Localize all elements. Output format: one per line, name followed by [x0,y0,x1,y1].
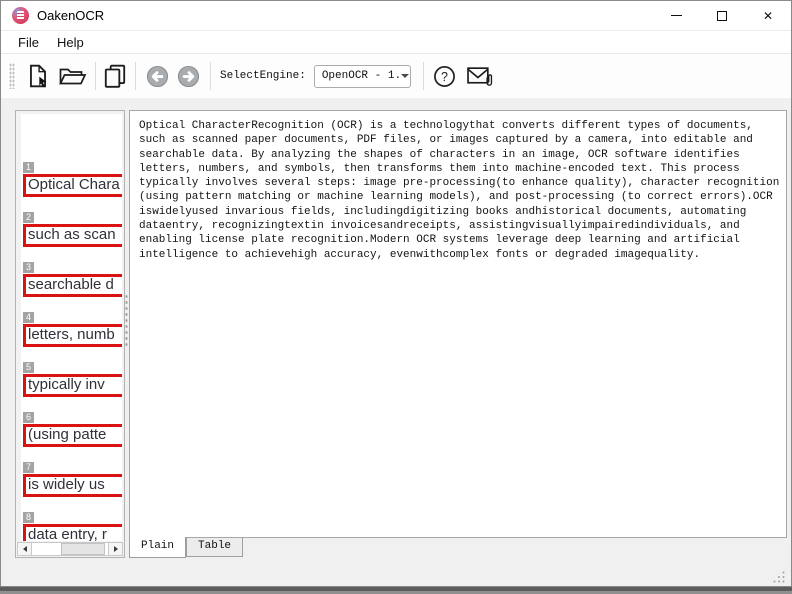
line-number-badge: 3 [23,262,35,273]
window-controls: ✕ [653,1,791,30]
ocr-text-panel: Optical CharacterRecognition (OCR) is a … [129,110,787,538]
toolbar: SelectEngine: OpenOCR - 1. ? [1,54,791,99]
preview-line: 2 such as scan [23,206,122,247]
line-number-badge: 1 [23,162,35,173]
preview-line: 5 typically inv [23,356,122,397]
text-line-bounding-box[interactable]: typically inv [23,374,122,397]
maximize-button[interactable] [699,1,745,30]
text-line-bounding-box[interactable]: is widely us [23,474,122,497]
resize-grip-icon [773,571,785,583]
forward-button[interactable] [177,65,200,88]
preview-line: 7 is widely us [23,456,122,497]
toolbar-separator [135,62,136,90]
send-feedback-button[interactable] [466,64,494,89]
back-button[interactable] [146,65,169,88]
send-mail-icon [467,66,492,86]
menubar: File Help [1,31,791,54]
preview-line: 1 Optical Chara [23,156,122,197]
engine-dropdown[interactable]: OpenOCR - 1. [313,64,411,88]
select-engine-label: SelectEngine: [220,70,306,82]
minimize-button[interactable] [653,1,699,30]
resize-grip[interactable] [771,570,786,584]
preview-line: 6 (using patte [23,406,122,447]
scrollbar-track[interactable] [32,542,108,556]
scroll-left-icon [22,546,27,552]
app-icon [12,7,29,24]
line-number-badge: 6 [23,412,35,423]
new-document-button[interactable] [25,63,51,89]
horizontal-scrollbar[interactable] [17,542,123,556]
forward-icon [177,65,200,87]
text-line-bounding-box[interactable]: such as scan [23,224,122,247]
close-button[interactable]: ✕ [745,1,791,30]
scroll-right-icon [113,546,118,552]
line-number-badge: 4 [23,312,35,323]
preview-viewport[interactable]: 1 Optical Chara 2 such as scan 3 searchable d… [21,114,122,541]
scroll-right-button[interactable] [108,542,123,556]
open-file-button[interactable] [57,64,87,88]
toolbar-separator [422,62,424,90]
scrollbar-thumb[interactable] [60,543,105,555]
window-title: OakenOCR [37,8,105,23]
line-number-badge: 7 [23,462,35,473]
minimize-icon [670,15,682,16]
help-icon: ? [433,65,455,87]
open-folder-icon [59,68,87,85]
scroll-left-button[interactable] [17,542,32,556]
text-line-bounding-box[interactable]: Optical Chara [23,174,122,197]
menu-file[interactable]: File [9,33,48,52]
content-area: 1 Optical Chara 2 such as scan 3 searchable d… [1,98,791,586]
copy-text-button[interactable] [102,63,128,89]
svg-text:?: ? [441,69,448,83]
back-icon [146,65,169,87]
line-number-badge: 2 [23,212,35,223]
line-number-badge: 5 [23,362,35,373]
text-line-bounding-box[interactable]: letters, numb [23,324,122,347]
toolbar-grip[interactable] [9,63,15,89]
tab-table[interactable]: Table [186,538,244,557]
preview-line: 4 letters, numb [23,306,122,347]
app-logo-glyph [17,11,24,20]
tab-plain[interactable]: Plain [129,537,187,558]
menu-help[interactable]: Help [48,33,93,52]
preview-line: 3 searchable d [23,256,122,297]
line-number-badge: 8 [23,512,35,523]
maximize-icon [717,10,727,21]
chevron-down-icon [401,74,410,78]
screen: OakenOCR ✕ File Help SelectEngine: OpenO… [0,0,792,594]
preview-line: 8 data entry, r [23,506,122,541]
copy-icon [104,64,126,88]
text-line-bounding-box[interactable]: (using patte [23,424,122,447]
text-line-bounding-box[interactable]: searchable d [23,274,122,297]
result-tabs: Plain Table [129,537,244,558]
preview-lines: 1 Optical Chara 2 such as scan 3 searchable d… [23,156,122,541]
app-window: OakenOCR ✕ File Help SelectEngine: OpenO… [0,0,792,587]
titlebar: OakenOCR ✕ [1,1,791,31]
toolbar-separator [95,62,96,90]
toolbar-separator [210,62,211,90]
engine-dropdown-value: OpenOCR - 1. [321,70,402,82]
new-document-icon [30,64,47,88]
image-preview-panel: 1 Optical Chara 2 such as scan 3 searchable d… [15,110,125,558]
help-button[interactable]: ? [433,65,456,88]
ocr-result-text[interactable]: Optical CharacterRecognition (OCR) is a … [139,119,784,262]
text-line-bounding-box[interactable]: data entry, r [23,524,122,541]
